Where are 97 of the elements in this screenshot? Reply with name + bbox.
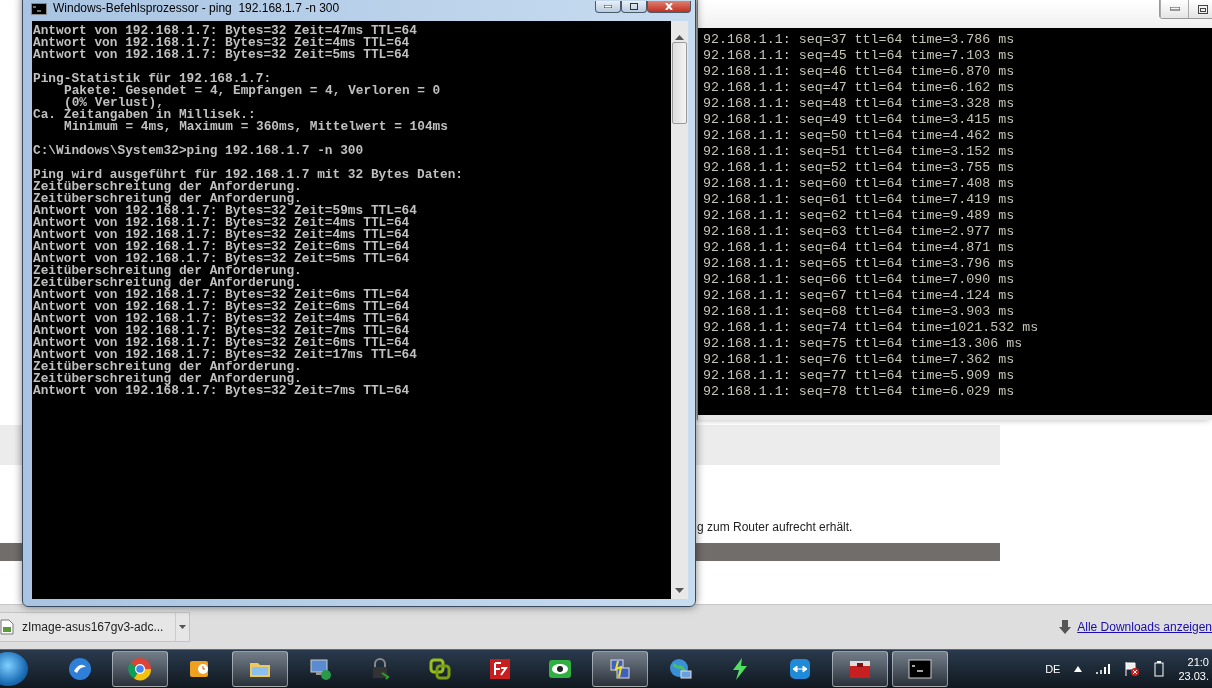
console-line: Zeitüberschreitung der Anforderung. — [33, 265, 303, 277]
minimize-button[interactable] — [595, 1, 621, 13]
taskbar-button[interactable] — [232, 651, 288, 687]
taskbar-button[interactable] — [892, 651, 948, 687]
language-indicator[interactable]: DE — [1045, 663, 1061, 675]
console-line: Antwort von 192.168.1.7: Bytes=32 Zeit=59ms TTL=64 — [33, 205, 418, 217]
console-line: C:\Windows\System32>ping 192.168.1.7 -n 300 — [33, 145, 365, 157]
console-line: Antwort von 192.168.1.7: Bytes=32 Zeit=5ms TTL=64 — [33, 49, 411, 61]
close-button[interactable] — [647, 1, 691, 13]
terminal-line: 92.168.1.1: seq=75 ttl=64 time=13.306 ms — [702, 336, 1024, 352]
signal-icon — [1096, 664, 1111, 674]
terminal-line: 92.168.1.1: seq=61 ttl=64 time=7.419 ms — [702, 192, 1016, 208]
console-line: Antwort von 192.168.1.7: Bytes=32 Zeit=5ms TTL=64 — [33, 253, 411, 265]
square-logo-icon — [428, 657, 452, 681]
terminal-line: 92.168.1.1: seq=45 ttl=64 time=7.103 ms — [702, 48, 1016, 64]
minimize-icon — [604, 5, 612, 8]
taskbar-button[interactable] — [592, 651, 648, 687]
maximize-icon — [630, 3, 638, 10]
taskbar-button[interactable] — [832, 651, 888, 687]
download-item[interactable]: zImage-asus167gv3-adc... — [0, 612, 190, 642]
clock[interactable]: 21:0 23.03. — [1178, 655, 1209, 683]
console-line: Ping-Statistik für 192.168.1.7: — [33, 73, 272, 85]
console-line: Zeitüberschreitung der Anforderung. — [33, 277, 302, 289]
maximize-button[interactable] — [621, 1, 647, 13]
scrollbar[interactable] — [671, 21, 688, 599]
terminal-line: 92.168.1.1: seq=76 ttl=64 time=7.362 ms — [702, 352, 1016, 368]
terminal-line: 92.168.1.1: seq=60 ttl=64 time=7.408 ms — [702, 176, 1016, 192]
maximize-icon — [1197, 4, 1208, 14]
console-line: Antwort von 192.168.1.7: Bytes=32 Zeit=6ms TTL=64 — [33, 289, 411, 301]
download-arrow-icon — [1059, 620, 1072, 634]
scrollbar-thumb[interactable] — [672, 42, 687, 124]
terminal-line: 92.168.1.1: seq=47 ttl=64 time=6.162 ms — [702, 80, 1016, 96]
battery-icon — [1154, 661, 1165, 677]
browser-icon — [128, 657, 152, 681]
file-icon — [0, 619, 14, 635]
console-line: Pakete: Gesendet = 4, Empfangen = 4, Verloren = 0 — [64, 85, 442, 97]
start-button[interactable] — [0, 652, 28, 686]
console-line: Zeitüberschreitung der Anforderung. — [33, 193, 302, 205]
terminal-line: 92.168.1.1: seq=46 ttl=64 time=6.870 ms — [702, 64, 1016, 80]
scroll-down-icon — [675, 588, 684, 593]
file-transfer-icon — [488, 657, 512, 681]
console-line: Zeitüberschreitung der Anforderung. — [33, 373, 302, 385]
maximize-button[interactable] — [1188, 0, 1212, 18]
eye-icon — [548, 657, 572, 681]
console-line: Antwort von 192.168.1.7: Bytes=32 Zeit=6ms TTL=64 — [33, 301, 411, 313]
terminal-line: 92.168.1.1: seq=52 ttl=64 time=3.755 ms — [702, 160, 1016, 176]
up-arrow-icon — [1074, 666, 1083, 672]
terminal-line: 92.168.1.1: seq=77 ttl=64 time=5.909 ms — [702, 368, 1016, 384]
console-line: Antwort von 192.168.1.7: Bytes=32 Zeit=4ms TTL=64 — [33, 37, 411, 49]
terminal-line: 92.168.1.1: seq=50 ttl=64 time=4.462 ms — [702, 128, 1016, 144]
console-line: Antwort von 192.168.1.7: Bytes=32 Zeit=7ms TTL=64 — [33, 325, 411, 337]
terminal-line: 92.168.1.1: seq=63 ttl=64 time=2.977 ms — [702, 224, 1016, 240]
all-downloads-link[interactable]: Alle Downloads anzeigen — [1077, 620, 1212, 634]
caret-icon — [179, 625, 186, 629]
terminal-line: 92.168.1.1: seq=62 ttl=64 time=9.489 ms — [702, 208, 1016, 224]
globe-icon — [668, 657, 692, 681]
terminal-line: 92.168.1.1: seq=49 ttl=64 time=3.415 ms — [702, 112, 1016, 128]
download-menu-button[interactable] — [175, 613, 189, 641]
paragraph-text: g zum Router aufrecht erhält. — [696, 520, 854, 536]
terminal-line: 92.168.1.1: seq=66 ttl=64 time=7.090 ms — [702, 272, 1016, 288]
console-line: Antwort von 192.168.1.7: Bytes=32 Zeit=4ms TTL=64 — [33, 313, 411, 325]
terminal-line: 92.168.1.1: seq=74 ttl=64 time=1021.532 ms — [702, 320, 1040, 336]
scroll-up-icon — [675, 35, 684, 40]
console-line: Antwort von 192.168.1.7: Bytes=32 Zeit=7ms TTL=64 — [33, 385, 411, 397]
terminal-line: 92.168.1.1: seq=68 ttl=64 time=3.903 ms — [702, 304, 1016, 320]
console-line: Antwort von 192.168.1.7: Bytes=32 Zeit=4ms TTL=64 — [33, 217, 411, 229]
clock-date: 23.03. — [1178, 669, 1209, 683]
terminal-line: 92.168.1.1: seq=78 ttl=64 time=6.029 ms — [702, 384, 1016, 400]
console-line: Antwort von 192.168.1.7: Bytes=32 Zeit=17ms TTL=64 — [33, 349, 418, 361]
console-line: (0% Verlust), — [63, 97, 164, 109]
terminal-line: 92.168.1.1: seq=64 ttl=64 time=4.871 ms — [702, 240, 1016, 256]
terminal-computers-icon — [608, 657, 632, 681]
terminal-line: 92.168.1.1: seq=48 ttl=64 time=3.328 ms — [702, 96, 1016, 112]
clock-time: 21:0 — [1187, 655, 1209, 669]
remote-arrows-icon — [788, 657, 812, 681]
flag-error-icon — [1124, 661, 1141, 677]
console-line: Zeitüberschreitung der Anforderung. — [33, 361, 303, 373]
download-filename: zImage-asus167gv3-adc... — [22, 620, 165, 634]
taskbar-button[interactable] — [112, 651, 168, 687]
terminal-line: 92.168.1.1: seq=65 ttl=64 time=3.796 ms — [702, 256, 1016, 272]
close-icon — [665, 3, 673, 10]
console-line: Minimum = 4ms, Maximum = 360ms, Mittelwert = 104ms — [63, 121, 449, 133]
terminal-line: 92.168.1.1: seq=67 ttl=64 time=4.124 ms — [702, 288, 1016, 304]
terminal-line: 92.168.1.1: seq=37 ttl=64 time=3.786 ms — [702, 32, 1016, 48]
terminal-line: 92.168.1.1: seq=51 ttl=64 time=3.152 ms — [702, 144, 1016, 160]
console-line: Ping wird ausgeführt für 192.168.1.7 mit 32 Bytes Daten: — [33, 169, 465, 181]
console-line: Antwort von 192.168.1.7: Bytes=32 Zeit=6ms TTL=64 — [33, 337, 410, 349]
minimize-icon — [1169, 7, 1180, 11]
window-title: Windows-Befehlsprozessor - ping 192.168.1.7 -n 300 — [53, 1, 340, 15]
command-prompt-icon — [31, 3, 47, 15]
command-prompt-icon — [908, 657, 932, 681]
console-line: Antwort von 192.168.1.7: Bytes=32 Zeit=47ms TTL=64 — [33, 25, 418, 37]
console-line: Ca. Zeitangaben in Millisek.: — [33, 109, 256, 121]
console-line: Antwort von 192.168.1.7: Bytes=32 Zeit=6ms TTL=64 — [33, 241, 411, 253]
console-line: Zeitüberschreitung der Anforderung. — [33, 181, 303, 193]
console-line: Antwort von 192.168.1.7: Bytes=32 Zeit=4ms TTL=64 — [33, 229, 411, 241]
monitor-icon — [308, 657, 332, 681]
